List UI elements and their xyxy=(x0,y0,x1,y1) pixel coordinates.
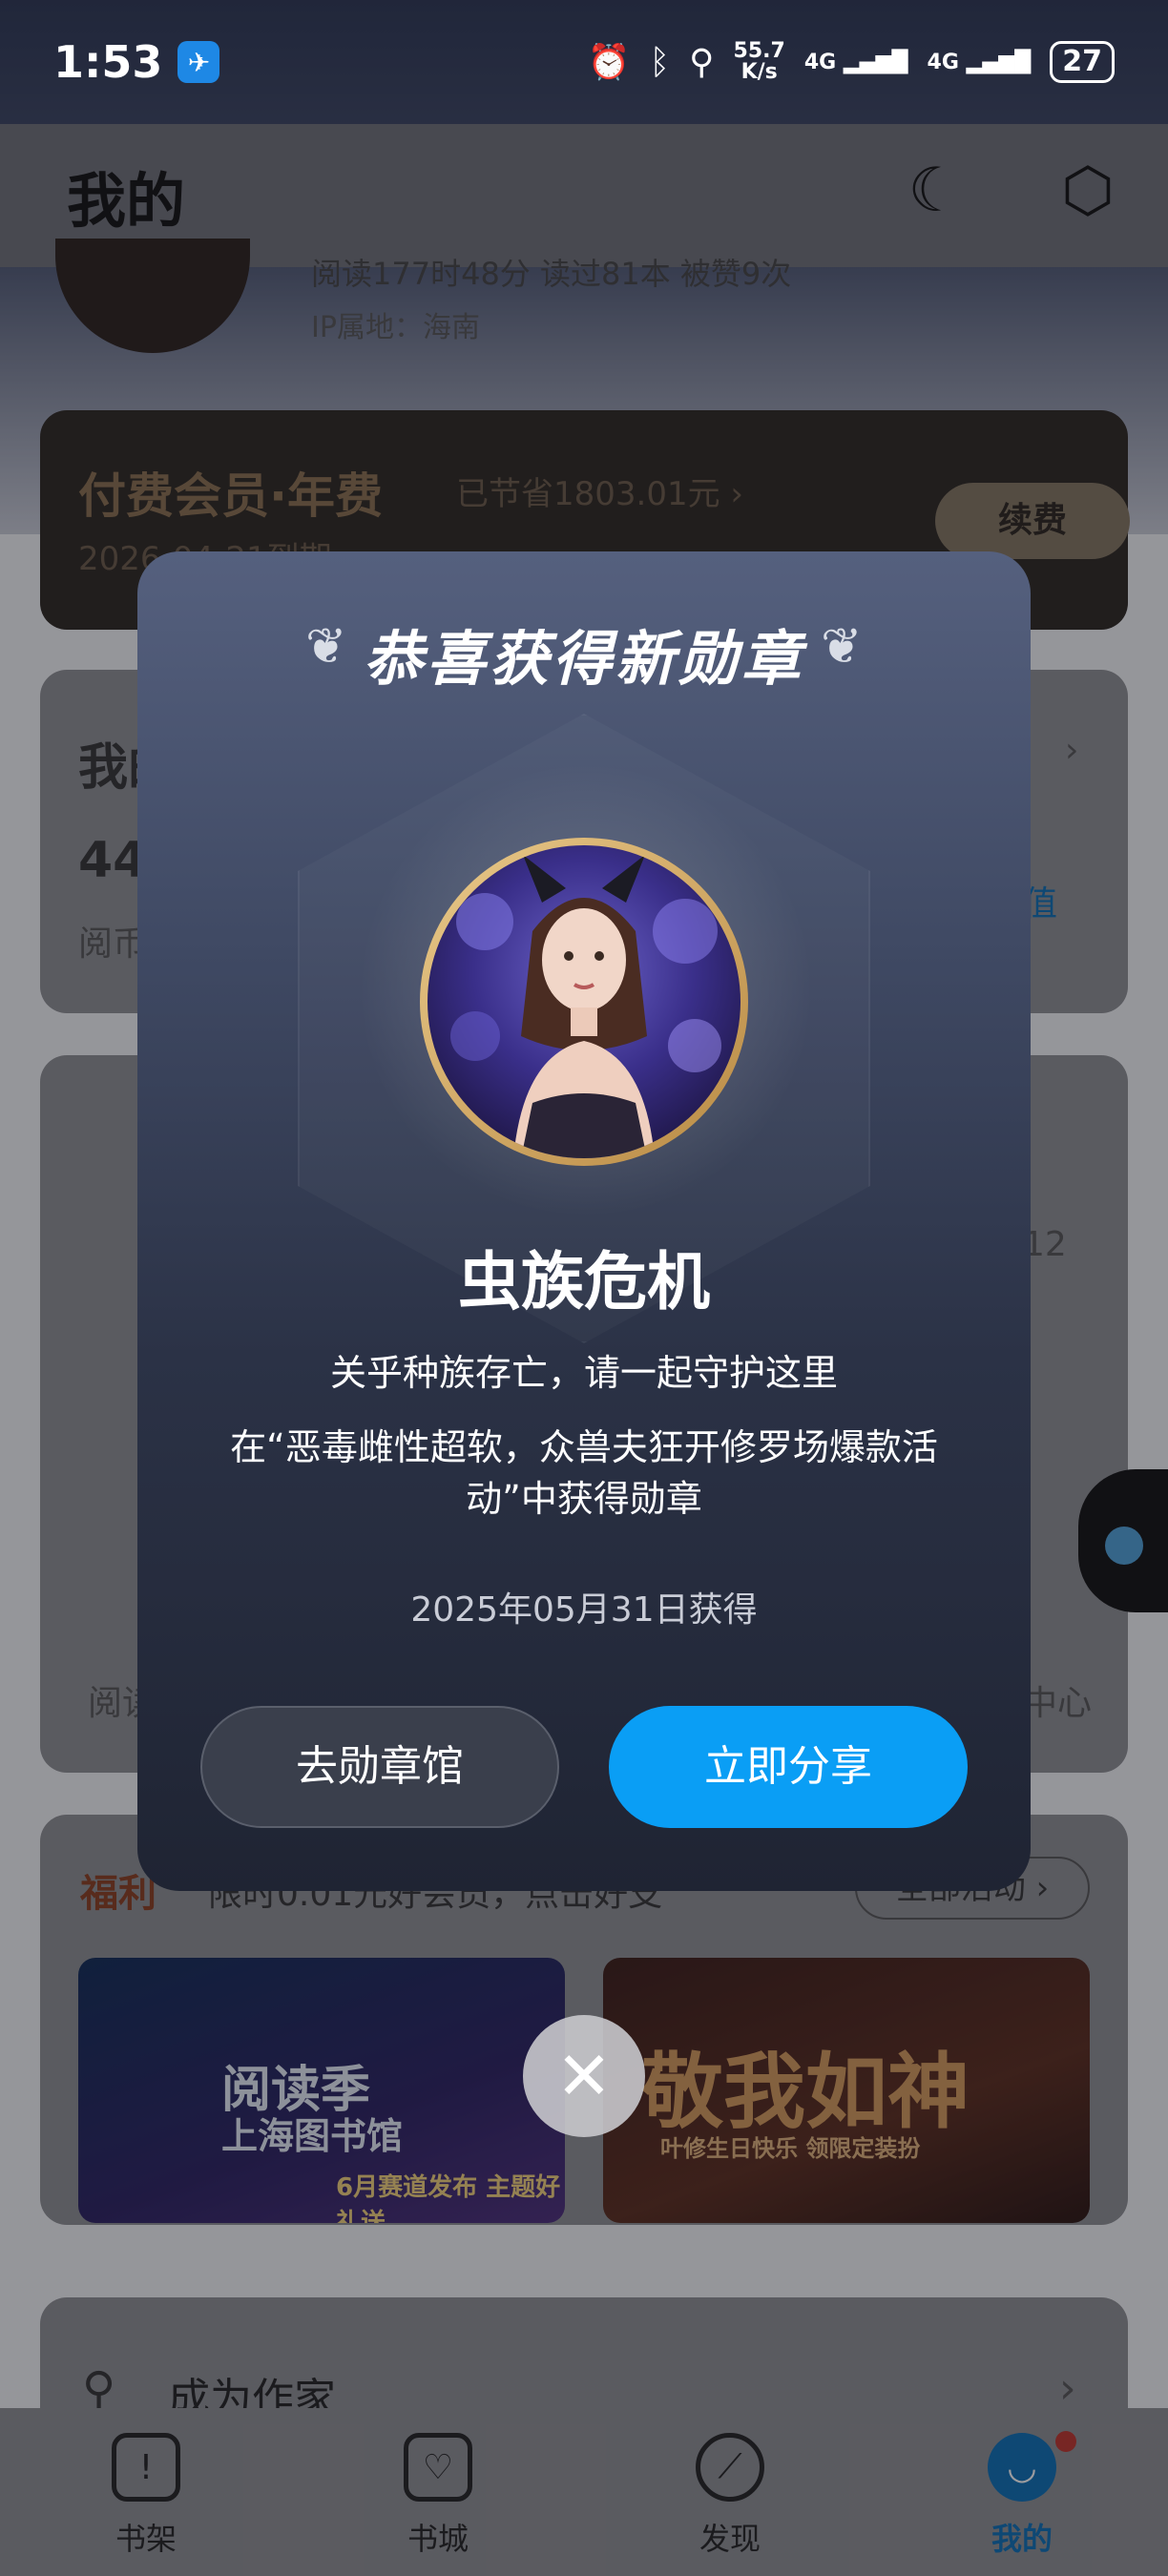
dialog-title: 恭喜获得新勋章 xyxy=(363,624,804,694)
battery-indicator: 27 xyxy=(1050,41,1115,83)
airplane-app-icon: ✈ xyxy=(177,41,220,83)
share-now-button[interactable]: 立即分享 xyxy=(609,1706,968,1828)
status-time: 1:53 xyxy=(53,36,163,88)
new-badge-dialog: ❦ 恭喜获得新勋章 ❦ 虫族危机 关乎种族存亡，请一起守护这里 在“恶毒雌性超软… xyxy=(137,551,1031,1891)
signal-label: 4G xyxy=(927,50,959,74)
signal-4g-1: 4G ▂▄▆█ xyxy=(803,50,908,74)
close-icon[interactable]: ✕ xyxy=(523,2015,645,2137)
laurel-right-icon: ❦ xyxy=(821,618,863,675)
badge-description: 在“恶毒雌性超软，众兽夫狂开修罗场爆款活动”中获得勋章 xyxy=(230,1426,938,1520)
badge-medal xyxy=(420,838,748,1166)
signal-label: 4G xyxy=(803,50,837,74)
net-speed-unit: K/s xyxy=(740,60,778,84)
badge-portrait-art xyxy=(450,855,721,1158)
alarm-icon: ⏰ xyxy=(587,43,631,82)
status-bar: 1:53 ✈ ⏰ ᛒ ⚲ 55.7 K/s 4G ▂▄▆█ 4G ▂▄▆█ 27 xyxy=(0,0,1168,124)
signal-4g-2: 4G ▂▄▆█ xyxy=(927,50,1032,74)
go-to-badge-hall-button[interactable]: 去勋章馆 xyxy=(200,1706,559,1828)
location-icon: ⚲ xyxy=(689,42,715,82)
network-speed: 55.7 K/s xyxy=(734,41,785,83)
badge-portrait xyxy=(428,845,740,1158)
badge-earned-date: 2025年05月31日获得 xyxy=(410,1590,758,1630)
badge-subtitle: 关乎种族存亡，请一起守护这里 xyxy=(329,1352,838,1394)
badge-name: 虫族危机 xyxy=(458,1245,710,1319)
bluetooth-icon: ᛒ xyxy=(649,42,671,82)
